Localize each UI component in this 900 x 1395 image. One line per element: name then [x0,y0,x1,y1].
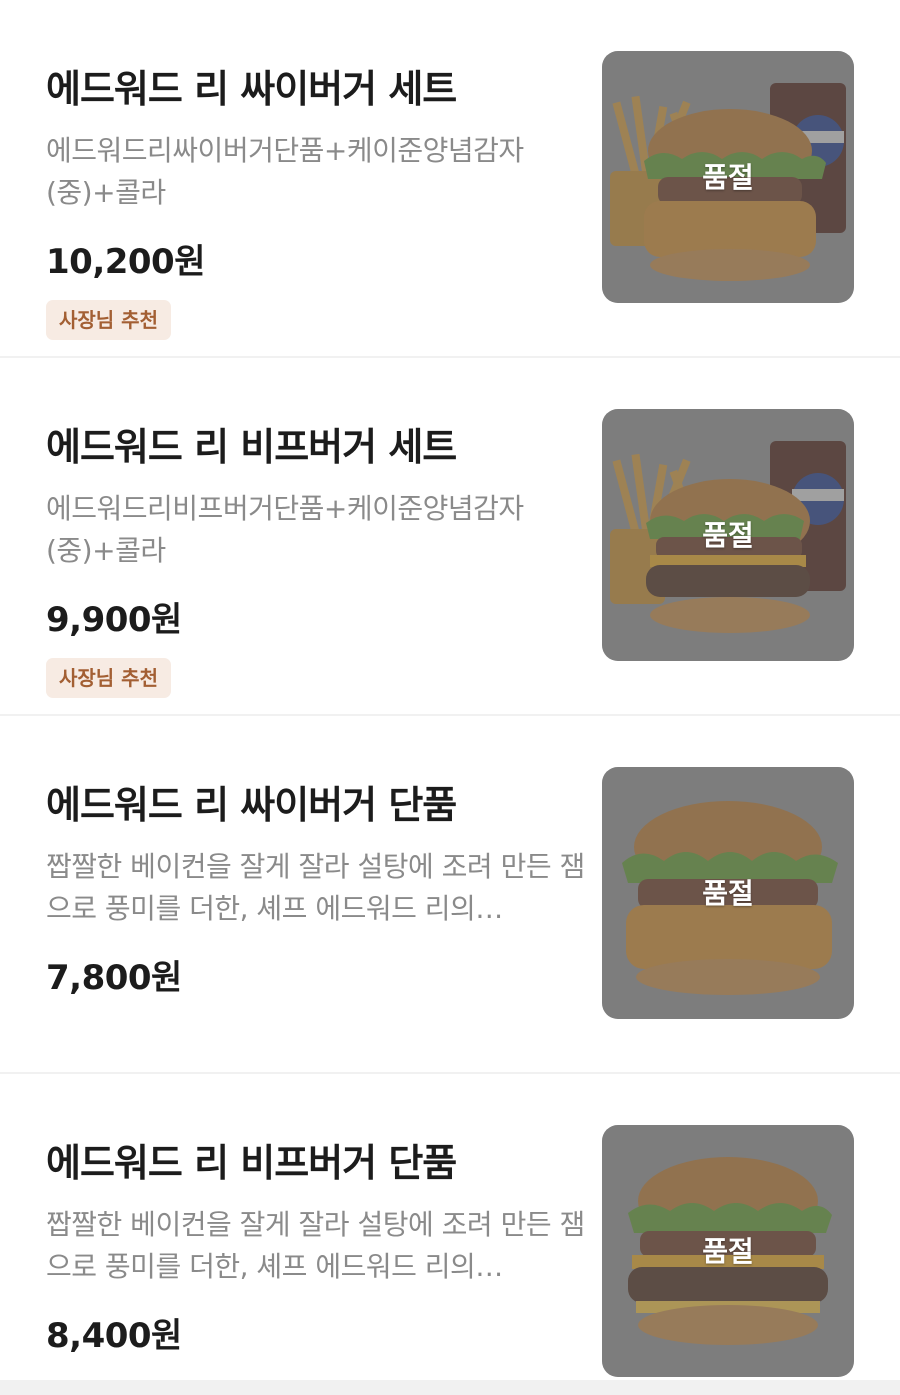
menu-item[interactable]: 에드워드 리 싸이버거 단품 짭짤한 베이컨을 잘게 잘라 설탕에 조려 만든 … [0,716,900,1074]
soldout-label: 품절 [702,1235,754,1268]
menu-item[interactable]: 에드워드 리 비프버거 단품 짭짤한 베이컨을 잘게 잘라 설탕에 조려 만든 … [0,1074,900,1394]
menu-item-price: 9,900원 [46,600,182,640]
menu-item-price: 7,800원 [46,958,182,998]
soldout-label: 품절 [702,519,754,552]
chicken-burger-image[interactable]: 품절 [602,767,854,1019]
menu-item-name: 에드워드 리 싸이버거 세트 [46,67,457,111]
menu-item[interactable]: 에드워드 리 싸이버거 세트 에드워드리싸이버거단품+케이준양념감자(중)+콜라… [0,0,900,358]
chicken-burger-set-image[interactable]: 품절 [602,51,854,303]
recommended-badge: 사장님 추천 [46,658,171,698]
menu-item-description: 에드워드리비프버거단품+케이준양념감자(중)+콜라 [46,492,524,567]
menu-item[interactable]: 에드워드 리 비프버거 세트 에드워드리비프버거단품+케이준양념감자(중)+콜라… [0,358,900,716]
recommended-badge: 사장님 추천 [46,300,171,340]
menu-list: 에드워드 리 싸이버거 세트 에드워드리싸이버거단품+케이준양념감자(중)+콜라… [0,0,900,1394]
beef-burger-image[interactable]: 품절 [602,1125,854,1377]
menu-item-name: 에드워드 리 비프버거 단품 [46,1141,457,1185]
menu-item-description: 에드워드리싸이버거단품+케이준양념감자(중)+콜라 [46,134,524,209]
menu-item-description: 짭짤한 베이컨을 잘게 잘라 설탕에 조려 만든 잼으로 풍미를 더한, 셰프 … [46,1208,585,1283]
menu-item-price: 10,200원 [46,242,205,282]
bottom-divider [0,1380,900,1395]
menu-item-price: 8,400원 [46,1316,182,1356]
menu-item-description: 짭짤한 베이컨을 잘게 잘라 설탕에 조려 만든 잼으로 풍미를 더한, 셰프 … [46,850,585,925]
beef-burger-set-image[interactable]: 품절 [602,409,854,661]
menu-item-name: 에드워드 리 싸이버거 단품 [46,783,457,827]
soldout-label: 품절 [702,877,754,910]
menu-item-name: 에드워드 리 비프버거 세트 [46,425,457,469]
soldout-label: 품절 [702,161,754,194]
